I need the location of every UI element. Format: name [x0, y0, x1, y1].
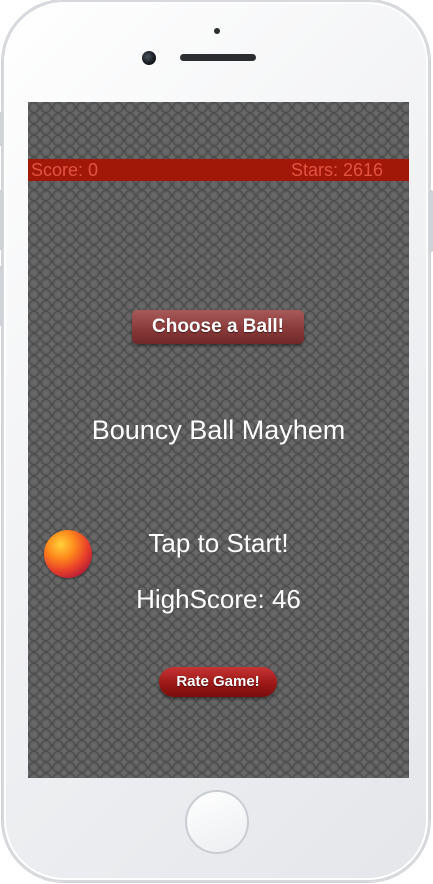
front-camera-icon	[142, 51, 156, 65]
game-title: Bouncy Ball Mayhem	[91, 415, 346, 445]
phone-frame: Score: 0 Stars: 2616 Choose a Ball! Boun…	[0, 0, 433, 882]
score-bar: Score: 0 Stars: 2616	[28, 159, 409, 181]
volume-up-button	[0, 190, 3, 250]
game-screen[interactable]: Score: 0 Stars: 2616 Choose a Ball! Boun…	[28, 102, 409, 778]
volume-down-button	[0, 266, 3, 326]
choose-ball-button[interactable]: Choose a Ball!	[132, 310, 304, 344]
earpiece-speaker	[180, 54, 256, 61]
home-button[interactable]	[185, 790, 249, 854]
power-button	[429, 190, 433, 252]
stars-label: Stars: 2616	[290, 160, 383, 180]
high-score-text: HighScore: 46	[136, 584, 301, 614]
rate-game-button[interactable]: Rate Game!	[159, 667, 277, 697]
proximity-sensor	[214, 28, 220, 34]
score-label: Score: 0	[31, 160, 99, 180]
mute-switch	[0, 112, 3, 146]
tap-to-start-text[interactable]: Tap to Start!	[28, 527, 409, 559]
